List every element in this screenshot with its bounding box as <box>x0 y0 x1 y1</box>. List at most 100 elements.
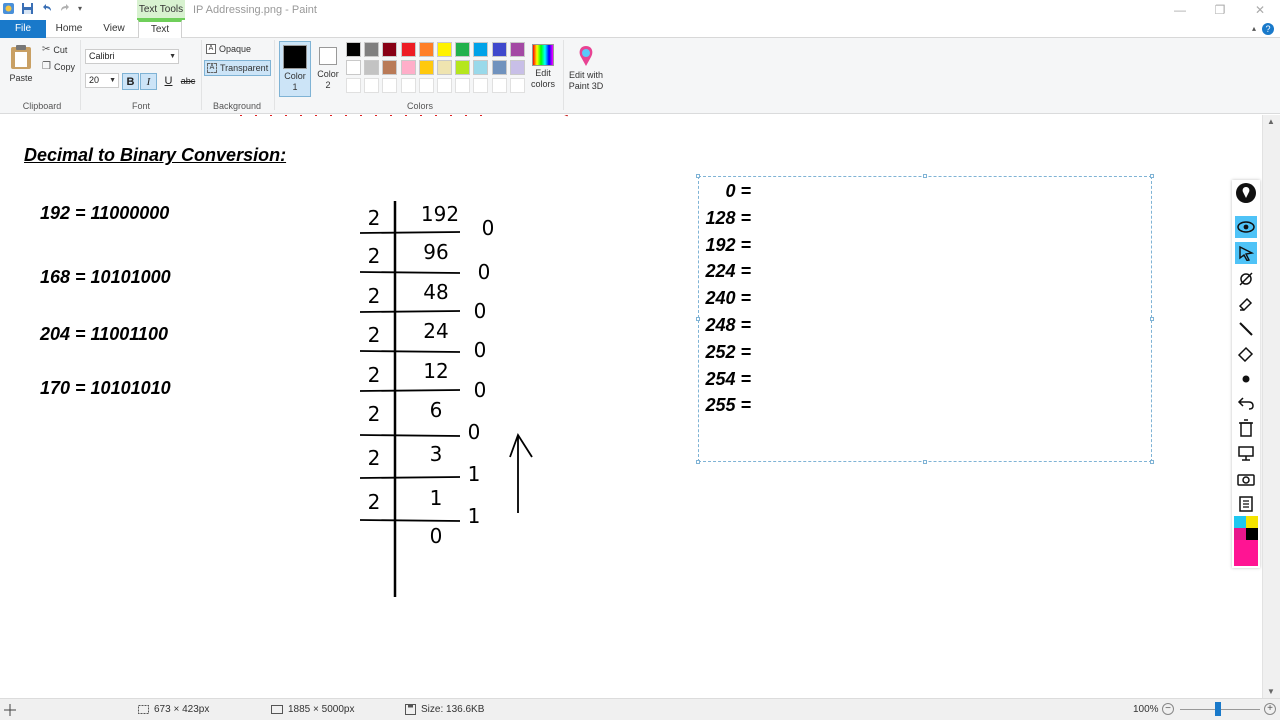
collapse-ribbon-icon[interactable]: ▴ <box>1252 24 1256 33</box>
scroll-down-icon[interactable]: ▼ <box>1267 687 1275 696</box>
conversion-line: 168 = 10101000 <box>40 267 171 287</box>
palette-swatch-empty[interactable] <box>491 78 507 93</box>
palette-swatch[interactable] <box>382 42 398 57</box>
file-size: Size: 136.6KB <box>405 704 484 715</box>
palette-swatch-empty[interactable] <box>418 78 434 93</box>
redo-icon[interactable] <box>59 2 72 15</box>
divisor-digit: 2 <box>368 323 381 347</box>
save-icon[interactable] <box>21 2 34 15</box>
bold-button[interactable]: B <box>122 73 139 90</box>
remainder-value: 1 <box>468 504 481 528</box>
palette-swatch[interactable] <box>346 60 361 75</box>
zoom-slider-thumb[interactable] <box>1215 702 1221 716</box>
tab-file[interactable]: File <box>0 20 46 38</box>
tab-text[interactable]: Text <box>138 20 182 38</box>
font-size-select[interactable]: 20 ▼ <box>85 73 119 88</box>
palette-swatch[interactable] <box>400 42 416 57</box>
cut-button[interactable]: ✂ Cut <box>42 44 67 55</box>
trash-icon[interactable] <box>1235 417 1257 439</box>
customize-qat-icon[interactable]: ▾ <box>78 4 82 13</box>
help-icon[interactable]: ? <box>1262 23 1274 35</box>
divisor-digit: 2 <box>368 446 381 470</box>
strikethrough-button[interactable]: abc <box>178 73 198 90</box>
resize-handle[interactable] <box>923 174 927 178</box>
tab-view[interactable]: View <box>96 20 132 38</box>
quotient-value: 96 <box>423 240 448 264</box>
palette-swatch[interactable] <box>400 60 416 75</box>
opaque-button[interactable]: A Opaque <box>206 44 251 54</box>
resize-handle[interactable] <box>1150 174 1154 178</box>
palette-swatch[interactable] <box>491 42 507 57</box>
whiteboard-icon[interactable] <box>1235 442 1257 464</box>
tab-home[interactable]: Home <box>50 20 88 38</box>
eraser-icon[interactable] <box>1235 342 1257 364</box>
undo-icon[interactable] <box>40 2 53 15</box>
scroll-up-icon[interactable]: ▲ <box>1267 117 1275 126</box>
canvas-size-icon <box>271 705 283 714</box>
palette-swatch[interactable] <box>491 60 507 75</box>
selection-size: 673 × 423px <box>138 704 209 715</box>
camera-icon[interactable] <box>1235 468 1257 490</box>
ribbon-tabs: File Home View Text ▴ ? <box>0 20 1280 38</box>
pointer-icon[interactable] <box>1235 242 1257 264</box>
palette-swatch[interactable] <box>437 60 452 75</box>
palette-swatch[interactable] <box>509 60 525 75</box>
palette-swatch-empty[interactable] <box>400 78 416 93</box>
dot-icon[interactable] <box>1235 368 1257 390</box>
quotient-value: 1 <box>430 486 443 510</box>
undo-stroke-icon[interactable] <box>1235 392 1257 414</box>
palette-swatch-empty[interactable] <box>473 78 489 93</box>
palette-swatch-empty[interactable] <box>509 78 525 93</box>
palette-swatch-empty[interactable] <box>455 78 471 93</box>
paste-button[interactable]: Paste <box>8 44 34 83</box>
ladder-divider-line <box>359 434 461 437</box>
font-family-select[interactable]: Calibri ▼ <box>85 49 179 64</box>
palette-swatch[interactable] <box>509 42 525 57</box>
palette-swatch-empty[interactable] <box>437 78 452 93</box>
palette-swatch-empty[interactable] <box>346 78 361 93</box>
edit-colors-button[interactable]: Edit colors <box>528 41 558 97</box>
palette-swatch[interactable] <box>455 60 471 75</box>
color1-button[interactable]: Color 1 <box>279 41 311 97</box>
palette-swatch[interactable] <box>473 60 489 75</box>
pen-icon[interactable] <box>1235 268 1257 290</box>
palette-swatch[interactable] <box>418 42 434 57</box>
zoom-out-button[interactable]: − <box>1162 703 1174 715</box>
resize-handle[interactable] <box>1150 460 1154 464</box>
resize-handle[interactable] <box>1150 317 1154 321</box>
palette-swatch[interactable] <box>382 60 398 75</box>
palette-swatch-empty[interactable] <box>364 78 380 93</box>
line-icon[interactable] <box>1235 318 1257 340</box>
eye-icon[interactable] <box>1235 216 1257 238</box>
arrow-up-icon <box>509 432 533 513</box>
edit-with-paint3d-button[interactable]: Edit with Paint 3D <box>566 41 606 97</box>
palette-swatch[interactable] <box>418 60 434 75</box>
palette-swatch[interactable] <box>346 42 361 57</box>
remainder-value: 0 <box>474 378 487 402</box>
zoom-in-button[interactable]: + <box>1264 703 1276 715</box>
clipboard-icon[interactable] <box>1235 492 1257 514</box>
transparent-label: Transparent <box>220 63 269 73</box>
vertical-scrollbar[interactable]: ▲ ▼ <box>1262 115 1280 698</box>
resize-handle[interactable] <box>696 460 700 464</box>
pin-icon[interactable] <box>1235 182 1257 204</box>
palette-swatch[interactable] <box>455 42 471 57</box>
resize-handle[interactable] <box>923 460 927 464</box>
minimize-button[interactable]: — <box>1160 0 1200 20</box>
resize-handle[interactable] <box>696 174 700 178</box>
close-button[interactable]: ✕ <box>1240 0 1280 20</box>
palette-swatch[interactable] <box>473 42 489 57</box>
color-picker-icon[interactable] <box>1234 516 1258 566</box>
palette-swatch[interactable] <box>364 42 380 57</box>
color2-button[interactable]: Color 2 <box>314 41 342 97</box>
text-box-selection[interactable]: 0 = 128 = 192 = 224 = 240 = 248 = 252 = 254 = 25… <box>696 174 1154 464</box>
italic-button[interactable]: I <box>140 73 157 90</box>
maximize-button[interactable]: ❐ <box>1200 0 1240 20</box>
underline-button[interactable]: U <box>160 73 177 90</box>
palette-swatch-empty[interactable] <box>382 78 398 93</box>
transparent-button[interactable]: A Transparent <box>204 60 272 76</box>
palette-swatch[interactable] <box>364 60 380 75</box>
highlighter-icon[interactable] <box>1235 293 1257 315</box>
palette-swatch[interactable] <box>437 42 452 57</box>
copy-button[interactable]: ❐ Copy <box>42 61 75 72</box>
